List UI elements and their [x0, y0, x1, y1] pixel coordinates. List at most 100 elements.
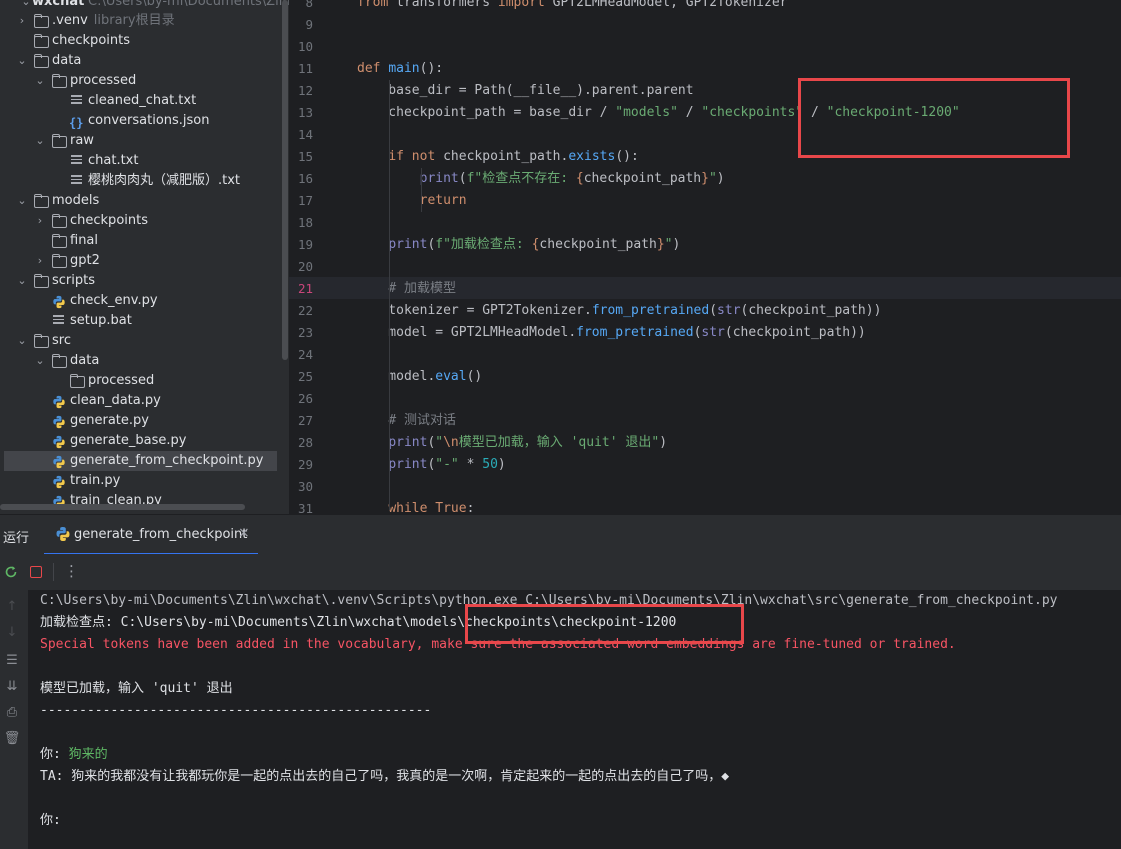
folder-icon [51, 354, 67, 368]
tree-item-label: checkpoints [70, 213, 148, 228]
line-number: 8 [305, 0, 313, 10]
tab-generate-from-checkpoint[interactable]: generate_from_checkpoint × [44, 515, 258, 555]
code-line[interactable]: from transformers import GPT2LMHeadModel… [357, 0, 788, 14]
code-line[interactable]: print(f"加载检查点: {checkpoint_path}") [357, 234, 680, 256]
tree-item[interactable]: generate.py [0, 411, 280, 431]
tree-item[interactable]: ⌄ data [0, 351, 280, 371]
tree-item[interactable]: ⌄ data [0, 51, 280, 71]
line-number: 20 [297, 259, 313, 274]
tree-item[interactable]: › .venv library根目录 [0, 11, 280, 31]
line-number: 23 [297, 325, 313, 340]
line-number: 11 [297, 61, 313, 76]
chevron-down-icon[interactable]: ⌄ [16, 191, 28, 211]
annotation-box-code [798, 78, 1070, 158]
code-editor[interactable]: 8 from transformers import GPT2LMHeadMode… [289, 0, 1121, 514]
python-file-icon [51, 294, 67, 309]
trash-icon[interactable]: 🗑 [3, 730, 21, 748]
tree-item-label: data [52, 53, 82, 68]
tree-item[interactable]: checkpoints [0, 31, 280, 51]
console-prompt-line[interactable]: 你: [40, 810, 61, 832]
code-line[interactable]: return [357, 190, 467, 212]
tree-item[interactable]: setup.bat [0, 311, 280, 331]
tree-item[interactable]: 樱桃肉肉丸（减肥版）.txt [0, 171, 280, 191]
code-line[interactable]: print("\n模型已加载，输入 'quit' 退出") [357, 432, 667, 454]
tree-item[interactable]: ⌄ raw [0, 131, 280, 151]
tree-item[interactable]: cleaned_chat.txt [0, 91, 280, 111]
line-number: 16 [297, 171, 313, 186]
tree-horizontal-scrollbar[interactable] [0, 504, 245, 510]
console-separator: ----------------------------------------… [40, 703, 432, 718]
print-icon[interactable]: ⎙ [3, 704, 21, 722]
chevron-right-icon[interactable]: › [16, 11, 28, 31]
line-number: 25 [297, 369, 313, 384]
tree-item[interactable]: ⌄ processed [0, 71, 280, 91]
tree-item[interactable]: train.py [0, 471, 280, 491]
tree-item[interactable]: ⌄ src [0, 331, 280, 351]
more-options-icon[interactable]: ⋮ [64, 562, 79, 580]
tree-item[interactable]: processed [0, 371, 280, 391]
chevron-down-icon[interactable]: ⌄ [34, 131, 46, 151]
code-line[interactable]: print("-" * 50) [357, 454, 505, 476]
stop-icon[interactable] [30, 566, 42, 578]
tree-item[interactable]: ⌄ models [0, 191, 280, 211]
chevron-down-icon[interactable]: ⌄ [16, 331, 28, 351]
soft-wrap-icon[interactable]: ☰ [3, 652, 21, 670]
code-line[interactable]: # 加载模型 [357, 278, 456, 300]
run-tool-window-header: 运行 generate_from_checkpoint × [0, 514, 1121, 555]
chevron-down-icon[interactable]: ⌄ [34, 351, 46, 371]
chevron-down-icon[interactable]: ⌄ [16, 51, 28, 71]
close-icon[interactable]: × [238, 525, 250, 541]
tree-item-label: setup.bat [70, 313, 132, 328]
arrow-down-icon[interactable]: ↓ [3, 624, 21, 642]
folder-icon [33, 274, 49, 288]
chevron-down-icon[interactable]: ⌄ [16, 271, 28, 291]
line-number: 9 [305, 17, 313, 32]
folder-icon [51, 254, 67, 268]
arrow-up-icon[interactable]: ↑ [3, 598, 21, 616]
folder-icon [51, 234, 67, 248]
tree-item-label: generate_from_checkpoint.py [70, 453, 264, 468]
console-user-line: 你: 狗来的 [40, 744, 108, 766]
scroll-to-end-icon[interactable]: ⇊ [3, 678, 21, 696]
user-input-text: 狗来的 [68, 747, 108, 762]
code-line[interactable]: # 测试对话 [357, 410, 456, 432]
tree-item[interactable]: check_env.py [0, 291, 280, 311]
tree-item[interactable]: ⌄ scripts [0, 271, 280, 291]
run-console[interactable]: C:\Users\by-mi\Documents\Zlin\wxchat\.ve… [28, 590, 1121, 849]
rerun-icon[interactable] [4, 565, 18, 579]
tree-item[interactable]: › gpt2 [0, 251, 280, 271]
code-line[interactable]: if not checkpoint_path.exists(): [357, 146, 638, 168]
chevron-right-icon[interactable]: › [34, 211, 46, 231]
chevron-right-icon[interactable]: › [34, 251, 46, 271]
console-reply-line: TA: 狗来的我都没有让我都玩你是一起的点出去的自己了吗，我真的是一次啊，肯定起… [40, 769, 730, 784]
line-number: 10 [297, 39, 313, 54]
tree-item[interactable]: final [0, 231, 280, 251]
code-line[interactable]: model = GPT2LMHeadModel.from_pretrained(… [357, 322, 865, 344]
code-line[interactable]: print(f"检查点不存在: {checkpoint_path}") [357, 168, 725, 190]
tree-item[interactable]: clean_data.py [0, 391, 280, 411]
tree-item[interactable]: generate_from_checkpoint.py [4, 451, 277, 471]
tree-item[interactable]: chat.txt [0, 151, 280, 171]
code-line[interactable]: def main(): [357, 58, 443, 80]
tree-item[interactable]: {} conversations.json [0, 111, 280, 131]
tree-item-label: cleaned_chat.txt [88, 93, 197, 108]
indent-guide [389, 80, 390, 510]
line-number: 30 [297, 479, 313, 494]
code-line[interactable]: base_dir = Path(__file__).parent.parent [357, 80, 693, 102]
tree-item-label: .venv library根目录 [52, 13, 175, 28]
tree-item[interactable]: generate_base.py [0, 431, 280, 451]
toolbar-divider [53, 563, 54, 581]
code-line[interactable]: tokenizer = GPT2Tokenizer.from_pretraine… [357, 300, 881, 322]
tree-item[interactable]: › checkpoints [0, 211, 280, 231]
code-line[interactable]: model.eval() [357, 366, 482, 388]
python-file-icon [51, 454, 67, 469]
folder-icon [51, 214, 67, 228]
tree-item-label: generate.py [70, 413, 149, 428]
chevron-down-icon[interactable]: ⌄ [34, 71, 46, 91]
folder-icon [33, 34, 49, 48]
code-line[interactable]: while True: [357, 498, 474, 514]
run-title: 运行 [3, 531, 30, 546]
tree-vertical-scrollbar[interactable] [282, 0, 288, 360]
line-number: 13 [297, 105, 313, 120]
folder-icon [69, 374, 85, 388]
